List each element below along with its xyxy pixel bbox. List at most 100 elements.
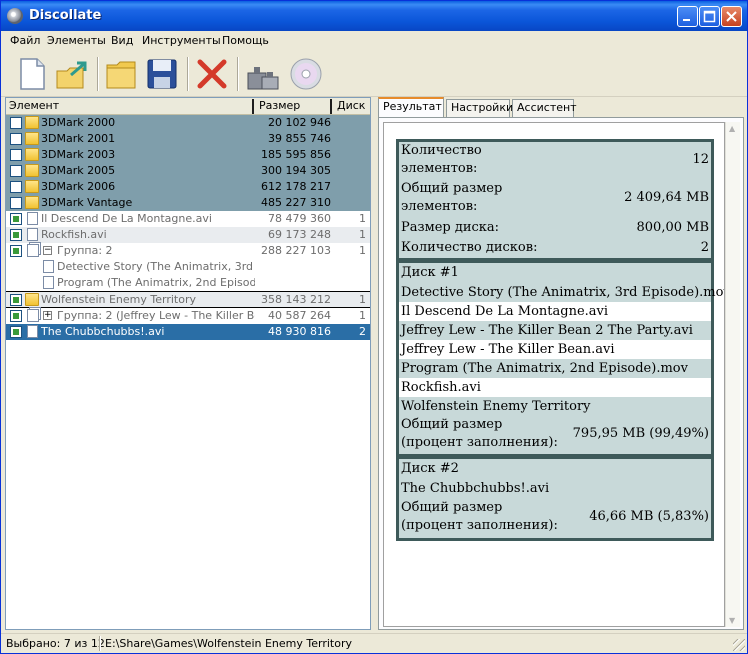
column-header-disk[interactable]: Диск bbox=[334, 98, 370, 115]
group-icon bbox=[27, 309, 39, 322]
checkbox[interactable] bbox=[10, 117, 22, 129]
folder-icon bbox=[25, 164, 39, 177]
save-button[interactable] bbox=[143, 55, 181, 93]
burn-disc-button[interactable] bbox=[287, 55, 325, 93]
checkbox-checked[interactable] bbox=[10, 245, 22, 257]
list-item-focused[interactable]: Wolfenstein Enemy Territory 358 143 212 … bbox=[6, 291, 370, 308]
minimize-button[interactable] bbox=[677, 6, 698, 27]
disk1-item: Rockfish.avi bbox=[399, 378, 711, 397]
label: (процент заполнения): bbox=[401, 435, 558, 450]
value: 2 409,64 MB bbox=[624, 190, 709, 205]
delete-icon bbox=[197, 59, 227, 89]
item-name: 3DMark Vantage bbox=[41, 196, 133, 209]
checkbox-checked[interactable] bbox=[10, 213, 22, 225]
checkbox[interactable] bbox=[10, 181, 22, 193]
disk2-total-row: Общий размер (процент заполнения): 46,66… bbox=[399, 498, 711, 538]
panel-splitter[interactable] bbox=[371, 97, 377, 630]
item-size: 612 178 217 bbox=[261, 180, 331, 193]
item-text: Wolfenstein Enemy Territory bbox=[401, 399, 591, 414]
vertical-scrollbar[interactable]: ▲ ▼ bbox=[725, 122, 740, 627]
new-button[interactable] bbox=[13, 55, 51, 93]
menu-items[interactable]: Элементы bbox=[47, 34, 106, 47]
list-item[interactable]: 3DMark 2005 300 194 305 bbox=[6, 163, 370, 179]
element-list[interactable]: Элемент Размер Диск 3DMark 2000 20 102 9… bbox=[5, 97, 371, 630]
column-separator[interactable] bbox=[252, 99, 254, 114]
new-file-icon bbox=[20, 58, 45, 90]
checkbox[interactable] bbox=[10, 149, 22, 161]
column-header-size[interactable]: Размер bbox=[256, 98, 300, 115]
menu-view[interactable]: Вид bbox=[111, 34, 133, 47]
checkbox-checked[interactable] bbox=[10, 326, 22, 338]
delete-button[interactable] bbox=[193, 55, 231, 93]
maximize-button[interactable] bbox=[699, 6, 720, 27]
group-icon bbox=[27, 244, 39, 257]
list-item[interactable]: 3DMark 2003 185 595 856 bbox=[6, 147, 370, 163]
checkbox-checked[interactable] bbox=[10, 310, 22, 322]
label: Общий размер bbox=[401, 417, 503, 432]
toolbar-separator bbox=[97, 57, 99, 91]
item-size: 185 595 856 bbox=[261, 148, 331, 161]
menu-help[interactable]: Помощь bbox=[222, 34, 269, 47]
open-button[interactable] bbox=[103, 55, 141, 93]
result-panel: Количество элементов: 12 Общий размер эл… bbox=[378, 117, 744, 630]
tab-assistant[interactable]: Ассистент bbox=[512, 99, 577, 117]
column-separator[interactable] bbox=[330, 99, 332, 114]
maximize-icon bbox=[703, 10, 716, 23]
item-size: 485 227 310 bbox=[261, 196, 331, 209]
tab-strip: Результат Настройки Ассистент bbox=[378, 97, 744, 118]
checkbox[interactable] bbox=[10, 197, 22, 209]
close-button[interactable] bbox=[721, 6, 742, 27]
weights-button[interactable] bbox=[245, 55, 283, 93]
checkbox[interactable] bbox=[10, 165, 22, 177]
close-icon bbox=[726, 11, 737, 22]
item-text: Jeffrey Lew - The Killer Bean 2 The Part… bbox=[401, 323, 693, 338]
list-item-selected[interactable]: The Chubbchubbs!.avi 48 930 816 2 bbox=[6, 324, 370, 340]
report-view[interactable]: Количество элементов: 12 Общий размер эл… bbox=[383, 122, 725, 627]
title-bar[interactable]: Discollate bbox=[1, 1, 747, 31]
tab-result[interactable]: Результат bbox=[378, 97, 444, 118]
checkbox[interactable] bbox=[10, 133, 22, 145]
list-item[interactable]: Program (The Animatrix, 2nd Episode).mc bbox=[6, 275, 370, 291]
list-item[interactable]: 3DMark 2006 612 178 217 bbox=[6, 179, 370, 195]
list-item[interactable]: 3DMark 2001 39 855 746 bbox=[6, 131, 370, 147]
export-button[interactable] bbox=[53, 55, 91, 93]
item-name: 3DMark 2006 bbox=[41, 180, 116, 193]
column-header-name[interactable]: Элемент bbox=[6, 98, 59, 115]
app-disc-icon bbox=[7, 8, 23, 24]
list-item[interactable]: 3DMark Vantage 485 227 310 bbox=[6, 195, 370, 211]
collapse-icon[interactable]: − bbox=[43, 246, 52, 255]
item-name: Группа: 2 (Jeffrey Lew - The Killer Bean… bbox=[57, 309, 255, 322]
item-size: 20 102 946 bbox=[268, 116, 331, 129]
expand-icon[interactable]: + bbox=[43, 311, 52, 320]
item-disk: 1 bbox=[359, 293, 366, 306]
scroll-down-icon[interactable]: ▼ bbox=[729, 616, 735, 625]
item-name: Detective Story (The Animatrix, 3rd Epis… bbox=[57, 260, 255, 273]
folder-icon bbox=[25, 196, 39, 209]
list-item[interactable]: Il Descend De La Montagne.avi 78 479 360… bbox=[6, 211, 370, 227]
checkbox-checked[interactable] bbox=[10, 294, 22, 306]
item-text: Rockfish.avi bbox=[401, 380, 481, 395]
list-item[interactable]: + Группа: 2 (Jeffrey Lew - The Killer Be… bbox=[6, 308, 370, 324]
item-name: 3DMark 2005 bbox=[41, 164, 116, 177]
status-bar: Выбрано: 7 из 12 E:\Share\Games\Wolfenst… bbox=[1, 633, 747, 653]
folder-icon bbox=[25, 148, 39, 161]
resize-grip-icon[interactable] bbox=[733, 639, 745, 651]
value: 795,95 MB (99,49%) bbox=[572, 426, 709, 441]
disk1-item: Jeffrey Lew - The Killer Bean.avi bbox=[399, 340, 711, 359]
file-icon bbox=[27, 325, 38, 338]
disk-title-text: Диск #1 bbox=[401, 265, 459, 280]
open-folder-icon bbox=[106, 61, 136, 89]
tab-settings[interactable]: Настройки bbox=[446, 99, 513, 117]
list-item[interactable]: − Группа: 2 288 227 103 1 bbox=[6, 243, 370, 259]
menu-tools[interactable]: Инструменты bbox=[142, 34, 221, 47]
toolbar-separator bbox=[187, 57, 189, 91]
menu-file[interactable]: Файл bbox=[10, 34, 40, 47]
status-separator bbox=[99, 636, 101, 651]
item-name: 3DMark 2000 bbox=[41, 116, 116, 129]
list-item[interactable]: Detective Story (The Animatrix, 3rd Epis… bbox=[6, 259, 370, 275]
checkbox-checked[interactable] bbox=[10, 229, 22, 241]
item-disk: 2 bbox=[359, 325, 366, 338]
list-item[interactable]: Rockfish.avi 69 173 248 1 bbox=[6, 227, 370, 243]
scroll-up-icon[interactable]: ▲ bbox=[729, 124, 735, 133]
list-item[interactable]: 3DMark 2000 20 102 946 bbox=[6, 115, 370, 131]
